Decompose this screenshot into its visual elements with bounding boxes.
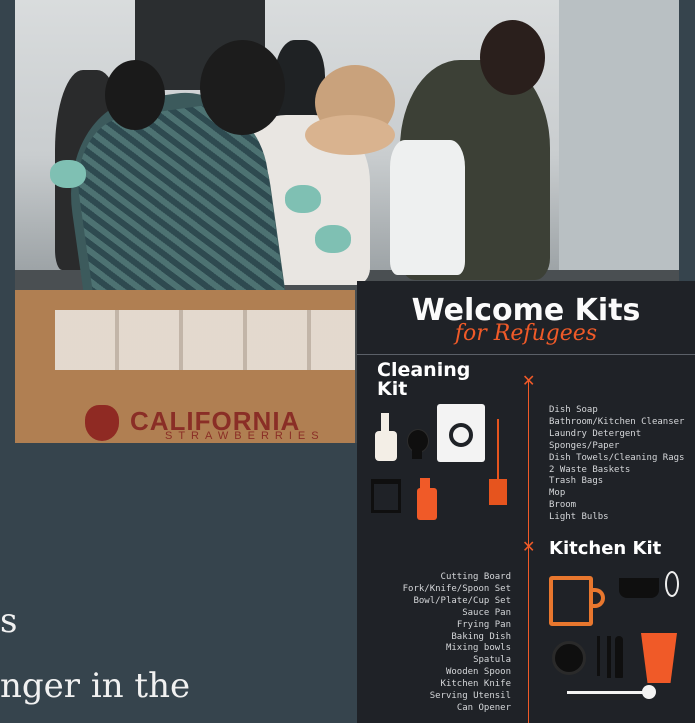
list-item: Fork/Knife/Spoon Set bbox=[402, 583, 511, 594]
trash-can-icon bbox=[371, 479, 401, 513]
list-item: Frying Pan bbox=[456, 619, 511, 630]
mug-handle-icon bbox=[591, 588, 605, 608]
divider bbox=[357, 354, 695, 355]
kitchen-kit-heading: Kitchen Kit bbox=[549, 538, 662, 559]
cleanser-bottle-icon bbox=[417, 488, 437, 520]
cleanser-cap-icon bbox=[420, 478, 430, 488]
spoon-icon bbox=[615, 636, 623, 678]
volunteer-head bbox=[480, 20, 545, 95]
list-item: 2 Waste Baskets bbox=[549, 464, 631, 475]
broom-icon bbox=[497, 419, 499, 479]
list-item: Trash Bags bbox=[549, 476, 604, 487]
list-item: Light Bulbs bbox=[549, 512, 609, 523]
cardboard-box: CALIFORNIA STRAWBERRIES bbox=[15, 290, 355, 443]
glove bbox=[285, 185, 321, 213]
plate-icon bbox=[552, 641, 586, 675]
list-item: Bowl/Plate/Cup Set bbox=[413, 595, 511, 606]
ladle-icon bbox=[567, 691, 647, 694]
slide-text-line-1: s bbox=[0, 601, 18, 641]
list-item: Laundry Detergent bbox=[549, 428, 642, 439]
fork-icon bbox=[597, 636, 600, 676]
cleaning-kit-list: Dish Soap Bathroom/Kitchen Cleanser Laun… bbox=[549, 405, 684, 524]
list-item: Serving Utensil bbox=[429, 691, 511, 702]
infographic-subtitle: for Refugees bbox=[454, 321, 598, 346]
food-trays bbox=[55, 310, 355, 370]
ladle-bowl-icon bbox=[642, 685, 656, 699]
list-item: Dish Soap bbox=[549, 405, 598, 415]
visor-hat bbox=[305, 115, 395, 155]
glass-icon bbox=[641, 633, 677, 683]
list-item: Broom bbox=[549, 500, 577, 511]
list-item: Sponges/Paper bbox=[549, 440, 620, 451]
kitchen-kit-list: Cutting Board Fork/Knife/Spoon Set Bowl/… bbox=[357, 572, 511, 715]
light-bulb-base-icon bbox=[412, 450, 422, 459]
whisk-icon bbox=[665, 571, 679, 597]
list-item: Dish Towels/Cleaning Rags bbox=[549, 452, 685, 463]
soap-bottle-icon bbox=[375, 431, 397, 461]
list-item: Kitchen Knife bbox=[440, 679, 511, 690]
pot-icon bbox=[619, 578, 659, 598]
list-item: Cutting Board bbox=[440, 572, 511, 582]
list-item: Can Opener bbox=[456, 702, 511, 713]
glove bbox=[315, 225, 351, 253]
broom-head-icon bbox=[489, 479, 507, 505]
x-marker-icon: ✕ bbox=[522, 371, 536, 390]
photo-wall bbox=[559, 0, 679, 280]
box-sublabel: STRAWBERRIES bbox=[165, 430, 325, 442]
x-marker-icon: ✕ bbox=[522, 537, 536, 556]
cleaning-heading-line2: Kit bbox=[377, 378, 408, 400]
list-item: Sauce Pan bbox=[462, 607, 511, 618]
volunteer-head bbox=[105, 60, 165, 130]
volunteer-head bbox=[200, 40, 285, 135]
list-item: Wooden Spoon bbox=[445, 667, 511, 678]
slide-text-line-2: nger in the bbox=[0, 666, 191, 706]
glove bbox=[50, 160, 86, 188]
mug-icon bbox=[549, 576, 593, 626]
washing-machine-door-icon bbox=[449, 423, 473, 447]
list-item: Mop bbox=[549, 488, 566, 499]
strawberry-logo-icon bbox=[85, 405, 119, 441]
welcome-kits-infographic: Welcome Kits for Refugees ✕ ✕ Cleaning K… bbox=[357, 281, 695, 723]
plastic-bag bbox=[390, 140, 465, 275]
soap-pump-icon bbox=[381, 413, 389, 431]
list-item: Mixing bowls bbox=[445, 643, 511, 654]
knife-icon bbox=[607, 636, 611, 678]
list-item: Bathroom/Kitchen Cleanser bbox=[549, 416, 685, 427]
list-item: Spatula bbox=[473, 655, 511, 666]
list-item: Baking Dish bbox=[451, 631, 511, 642]
cleaning-kit-heading: Cleaning Kit bbox=[377, 361, 470, 399]
